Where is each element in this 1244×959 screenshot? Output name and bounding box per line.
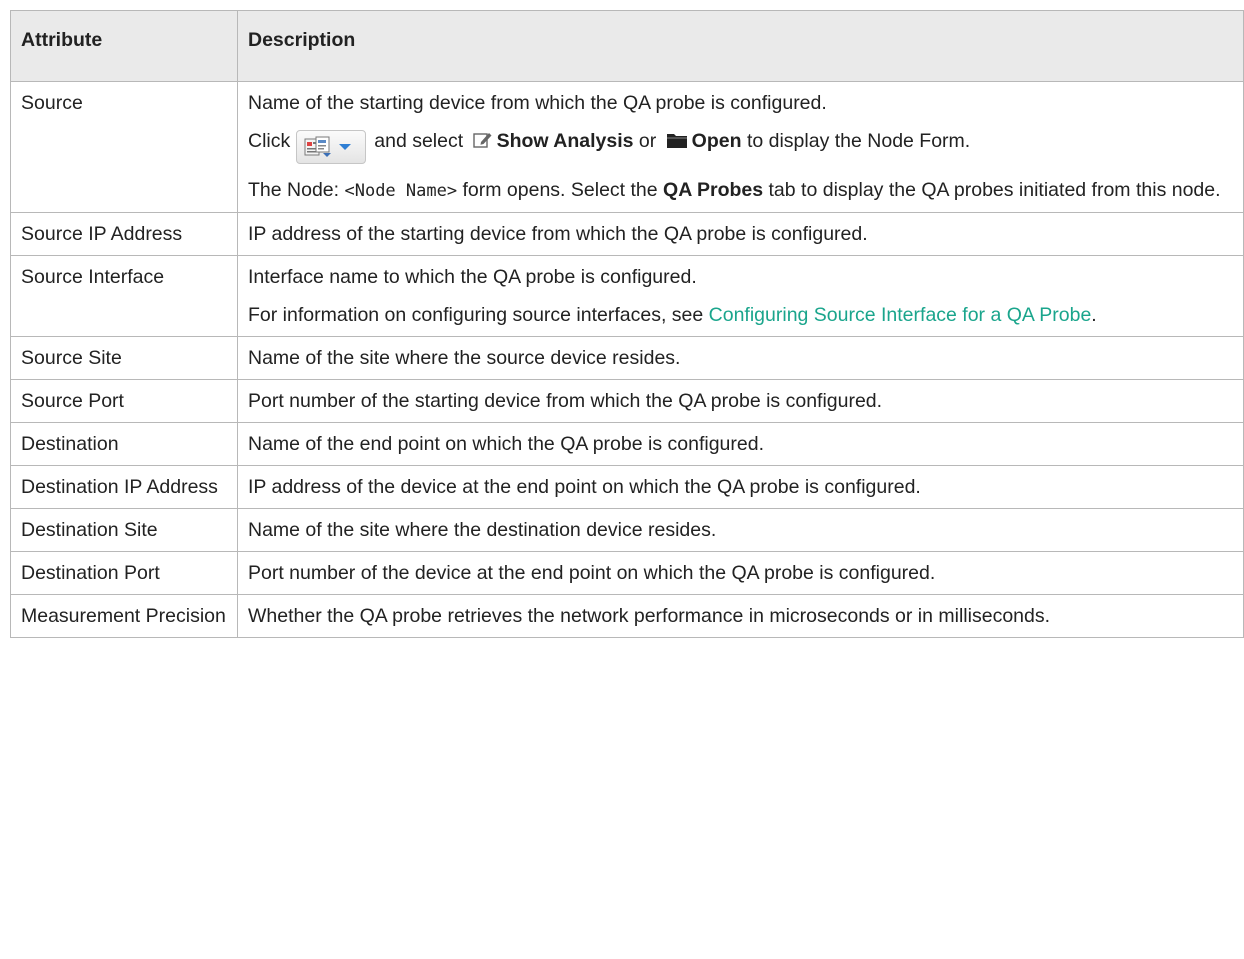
table-row: Destination Site Name of the site where … — [10, 508, 1244, 552]
edit-icon — [472, 133, 492, 148]
attribute-cell: Source Site — [10, 336, 238, 380]
attribute-cell: Source Port — [10, 379, 238, 423]
description-cell: Name of the end point on which the QA pr… — [237, 422, 1244, 466]
description-cell: Name of the starting device from which t… — [237, 81, 1244, 213]
chevron-down-icon — [339, 144, 352, 150]
table-row: Source Port Port number of the starting … — [10, 379, 1244, 423]
attribute-cell: Destination IP Address — [10, 465, 238, 509]
node-prefix-text: The Node: — [248, 179, 340, 201]
description-cell: Port number of the device at the end poi… — [237, 551, 1244, 595]
node-name-code: <Node Name> — [344, 181, 458, 201]
attribute-cell: Destination Site — [10, 508, 238, 552]
or-text: or — [638, 130, 657, 152]
description-cell: Whether the QA probe retrieves the netwo… — [237, 594, 1244, 638]
header-attribute: Attribute — [10, 10, 238, 82]
attribute-cell: Source — [10, 81, 238, 213]
info-suffix-text: . — [1091, 304, 1097, 326]
attribute-cell: Destination — [10, 422, 238, 466]
folder-icon — [666, 134, 687, 148]
actions-icon — [304, 136, 332, 157]
tab-to-display-text: tab to display the QA probes initiated f… — [768, 179, 1221, 201]
to-display-text: to display the Node Form. — [746, 130, 971, 152]
attribute-cell: Destination Port — [10, 551, 238, 595]
attribute-cell: Source Interface — [10, 255, 238, 337]
info-prefix-text: For information on configuring source in… — [248, 304, 704, 326]
qa-probes-tab-label: QA Probes — [663, 179, 764, 201]
table-row: Measurement Precision Whether the QA pro… — [10, 594, 1244, 638]
attribute-cell: Source IP Address — [10, 212, 238, 256]
description-text: Interface name to which the QA probe is … — [248, 266, 697, 288]
actions-dropdown-button[interactable] — [296, 130, 367, 164]
description-cell: Name of the site where the destination d… — [237, 508, 1244, 552]
description-cell: Port number of the starting device from … — [237, 379, 1244, 423]
description-cell: IP address of the device at the end poin… — [237, 465, 1244, 509]
form-opens-text: form opens. Select the — [462, 179, 658, 201]
attribute-table: Attribute Description Source Name of the… — [10, 10, 1244, 638]
header-description: Description — [237, 10, 1244, 82]
description-text: Name of the starting device from which t… — [248, 92, 827, 114]
description-cell: IP address of the starting device from w… — [237, 212, 1244, 256]
info-paragraph: For information on configuring source in… — [248, 303, 1233, 327]
configuring-source-interface-link[interactable]: Configuring Source Interface for a QA Pr… — [709, 304, 1092, 326]
attribute-cell: Measurement Precision — [10, 594, 238, 638]
show-analysis-link[interactable]: Show Analysis — [497, 130, 634, 152]
table-row: Source Name of the starting device from … — [10, 81, 1244, 213]
and-select-text: and select — [374, 130, 464, 152]
description-cell: Name of the site where the source device… — [237, 336, 1244, 380]
instruction-paragraph: Click and select Show Analysis or Open to… — [248, 129, 1233, 164]
table-row: Source Site Name of the site where the s… — [10, 336, 1244, 380]
click-text: Click — [248, 130, 291, 152]
table-header-row: Attribute Description — [10, 10, 1244, 82]
table-row: Source Interface Interface name to which… — [10, 255, 1244, 337]
table-row: Destination Name of the end point on whi… — [10, 422, 1244, 466]
open-link[interactable]: Open — [692, 130, 742, 152]
table-row: Destination Port Port number of the devi… — [10, 551, 1244, 595]
node-form-paragraph: The Node: <Node Name> form opens. Select… — [248, 178, 1233, 203]
description-cell: Interface name to which the QA probe is … — [237, 255, 1244, 337]
table-row: Source IP Address IP address of the star… — [10, 212, 1244, 256]
table-row: Destination IP Address IP address of the… — [10, 465, 1244, 509]
